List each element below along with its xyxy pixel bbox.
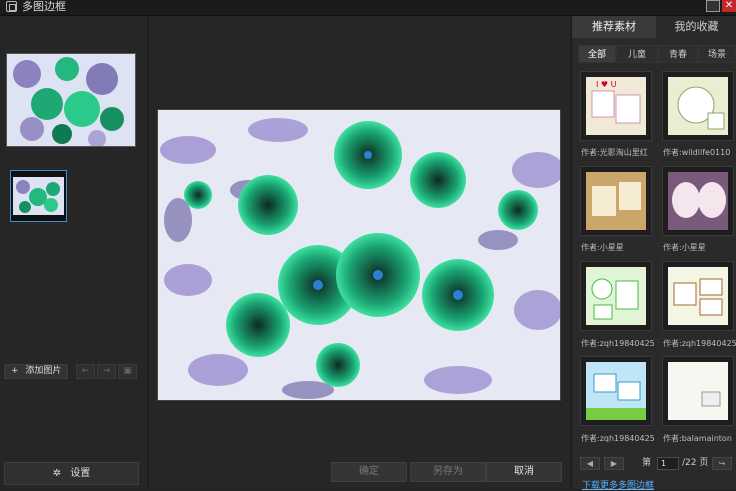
template-card[interactable] [662, 261, 734, 331]
template-panel: 推荐素材 我的收藏 全部 儿童 青春 场景 I ♥ U 作者:光影淘山里红 作者… [571, 16, 736, 491]
subtab-youth[interactable]: 青春 [658, 45, 698, 63]
template-card[interactable] [662, 166, 734, 236]
add-photo-button[interactable]: + 添加图片 [4, 364, 68, 379]
template-thumbnail [668, 362, 728, 420]
template-card[interactable]: I ♥ U [580, 71, 652, 141]
template-card[interactable] [662, 71, 734, 141]
selected-photo-preview[interactable] [6, 53, 136, 148]
delete-photo-button[interactable]: ▣ [118, 364, 137, 379]
photo-preview-image [7, 54, 135, 148]
add-photo-label: 添加图片 [25, 366, 62, 376]
go-page-button[interactable]: ↪ [712, 457, 732, 470]
settings-label: 设置 [70, 468, 91, 479]
template-author: 作者:zqh19840425 [663, 339, 736, 348]
template-author: 作者:光影淘山里红 [581, 148, 648, 157]
tab-favorites[interactable]: 我的收藏 [656, 16, 736, 38]
settings-button[interactable]: ✲ 设置 [4, 462, 139, 485]
close-button[interactable]: ✕ [722, 0, 736, 12]
window-title: 多图边框 [22, 0, 66, 13]
next-page-button[interactable]: ▶ [604, 457, 624, 470]
prev-page-button[interactable]: ◀ [580, 457, 600, 470]
template-author: 作者:小星星 [581, 243, 624, 252]
preview-area: 确定 另存为 取消 [149, 16, 570, 489]
template-card[interactable] [580, 166, 652, 236]
page-number-input[interactable]: 1 [657, 457, 679, 470]
settings-icon: ✲ [52, 468, 62, 479]
save-as-button[interactable]: 另存为 [410, 462, 486, 482]
confirm-button[interactable]: 确定 [331, 462, 407, 482]
template-thumbnail [586, 172, 646, 230]
download-more-link[interactable]: 下载更多多图边框 [582, 478, 654, 491]
app-icon [6, 1, 17, 12]
template-thumbnail: I ♥ U [586, 77, 646, 135]
page-prefix: 第 [642, 458, 652, 468]
title-bar: 多图边框 ✕ [0, 0, 736, 16]
template-author: 作者:zqh19840425 [581, 434, 655, 443]
template-author: 作者:小星星 [663, 243, 706, 252]
template-card[interactable] [580, 261, 652, 331]
subtab-scene[interactable]: 场景 [698, 45, 736, 63]
move-left-button[interactable]: ← [76, 364, 95, 379]
svg-text:I ♥ U: I ♥ U [596, 80, 617, 89]
template-author: 作者:balamainton [663, 434, 732, 443]
move-right-button[interactable]: → [97, 364, 116, 379]
main-photo-canvas [157, 109, 561, 401]
restore-button[interactable] [706, 0, 720, 12]
template-thumbnail [586, 267, 646, 325]
photo-list-panel: + 添加图片 ← → ▣ ✲ 设置 [0, 16, 148, 489]
template-thumbnail [586, 362, 646, 420]
tab-recommended[interactable]: 推荐素材 [572, 16, 656, 38]
photo-thumbnail[interactable] [10, 170, 67, 222]
page-total: /22 页 [682, 458, 709, 468]
template-author: 作者:wildlife0110 [663, 148, 731, 157]
add-icon: + [11, 366, 19, 376]
cancel-button[interactable]: 取消 [486, 462, 562, 482]
main-photo [158, 110, 560, 400]
subtab-children[interactable]: 儿童 [616, 45, 658, 63]
photo-thumbnail-image [13, 177, 64, 215]
template-thumbnail [668, 77, 728, 135]
template-card[interactable] [580, 356, 652, 426]
template-thumbnail [668, 172, 728, 230]
template-thumbnail [668, 267, 728, 325]
template-author: 作者:zqh19840425 [581, 339, 655, 348]
template-card[interactable] [662, 356, 734, 426]
subtab-all[interactable]: 全部 [578, 45, 616, 63]
